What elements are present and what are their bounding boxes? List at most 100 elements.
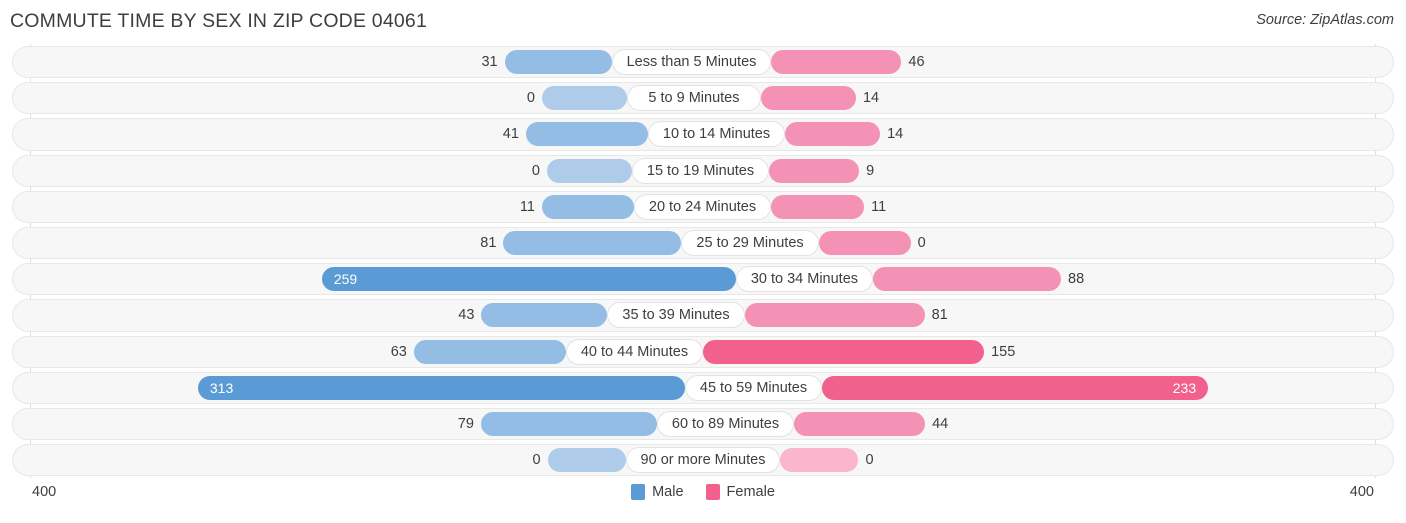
male-bar[interactable] [413,339,566,364]
female-bar[interactable] [794,411,926,436]
female-value: 44 [932,415,949,432]
male-value: 259 [333,271,358,288]
female-side: 233 [822,375,1209,400]
category-label: 30 to 34 Minutes [735,266,874,293]
category-label: 25 to 29 Minutes [681,230,819,257]
male-value: 43 [458,307,475,324]
male-side: 43 [458,303,608,328]
chart-plot-area: 31 Less than 5 Minutes 46 0 5 to 9 Minutes 14… [12,44,1394,478]
female-value: 88 [1068,271,1085,288]
female-bar[interactable] [769,158,860,183]
bar-row-bars: 63 40 to 44 Minutes 155 [12,334,1394,370]
female-side: 14 [760,86,879,111]
bar-row-bars: 313 45 to 59 Minutes 233 [12,370,1394,406]
chart-legend: Male Female [12,484,1394,500]
bar-row-bars: 81 25 to 29 Minutes 0 [12,225,1394,261]
bar-row: 11 20 to 24 Minutes 11 [12,189,1394,225]
female-bar[interactable] [780,448,859,473]
male-side: 0 [531,158,632,183]
male-side: 313 [197,375,685,400]
category-label: 60 to 89 Minutes [656,410,795,437]
male-value: 63 [390,343,407,360]
female-bar[interactable] [771,194,865,219]
female-side: 46 [771,50,925,75]
category-label: 10 to 14 Minutes [647,121,786,148]
male-bar[interactable] [503,231,682,256]
bar-row: 41 10 to 14 Minutes 14 [12,116,1394,152]
female-side: 44 [794,411,949,436]
male-bar[interactable] [480,411,657,436]
male-value: 0 [526,90,535,107]
male-bar[interactable]: 313 [197,375,685,400]
male-bar[interactable] [525,122,648,147]
bar-row-list: 31 Less than 5 Minutes 46 0 5 to 9 Minutes 14… [12,44,1394,478]
bar-row-bars: 43 35 to 39 Minutes 81 [12,297,1394,333]
female-bar[interactable] [785,122,881,147]
female-side: 88 [873,267,1085,292]
male-bar[interactable] [541,194,634,219]
female-bar[interactable]: 233 [822,375,1209,400]
female-side: 155 [703,339,1015,364]
male-bar[interactable] [541,86,627,111]
female-side: 14 [785,122,903,147]
female-value: 233 [1172,379,1197,396]
male-side: 11 [519,194,634,219]
female-bar[interactable] [703,339,985,364]
legend-label-male: Male [652,484,684,500]
chart-page: COMMUTE TIME BY SEX IN ZIP CODE 04061 So… [0,0,1406,523]
female-value: 0 [917,235,926,252]
female-bar[interactable] [818,231,911,256]
male-bar[interactable] [546,158,632,183]
male-value: 313 [209,379,234,396]
bar-row: 0 5 to 9 Minutes 14 [12,80,1394,116]
bar-row-bars: 11 20 to 24 Minutes 11 [12,189,1394,225]
male-bar[interactable] [504,50,612,75]
bar-row: 31 Less than 5 Minutes 46 [12,44,1394,80]
male-value: 0 [531,162,540,179]
category-label: 35 to 39 Minutes [607,302,745,329]
category-label: 45 to 59 Minutes [684,374,823,401]
male-value: 81 [480,235,497,252]
female-bar[interactable] [744,303,925,328]
bar-row: 313 45 to 59 Minutes 233 [12,370,1394,406]
bar-row-bars: 0 15 to 19 Minutes 9 [12,153,1394,189]
male-bar[interactable] [547,448,626,473]
category-label: 20 to 24 Minutes [633,193,772,220]
male-side: 0 [526,86,627,111]
male-side: 79 [458,411,657,436]
category-label: 90 or more Minutes [625,447,781,474]
male-value: 11 [519,198,535,215]
bar-row: 81 25 to 29 Minutes 0 [12,225,1394,261]
female-value: 11 [871,198,887,215]
bar-row-bars: 31 Less than 5 Minutes 46 [12,44,1394,80]
female-side: 0 [818,231,926,256]
male-side: 0 [532,448,626,473]
legend-item-female[interactable]: Female [705,484,775,500]
bar-row: 259 30 to 34 Minutes 88 [12,261,1394,297]
male-value: 41 [502,126,519,143]
female-bar[interactable] [771,50,902,75]
source-attribution: Source: ZipAtlas.com [1256,12,1394,28]
female-bar[interactable] [873,267,1062,292]
bar-row-bars: 79 60 to 89 Minutes 44 [12,406,1394,442]
legend-item-male[interactable]: Male [631,484,684,500]
male-bar[interactable] [481,303,608,328]
female-side: 11 [771,194,887,219]
female-value: 46 [908,54,925,71]
page-title: COMMUTE TIME BY SEX IN ZIP CODE 04061 [10,10,428,32]
category-label: 15 to 19 Minutes [631,157,770,184]
legend-swatch-male-icon [631,484,646,500]
female-side: 0 [780,448,874,473]
male-side: 63 [390,339,566,364]
male-bar[interactable]: 259 [321,267,736,292]
female-side: 81 [744,303,948,328]
legend-label-female: Female [726,484,775,500]
category-label: Less than 5 Minutes [611,49,772,76]
female-value: 0 [865,452,874,469]
legend-swatch-female-icon [705,484,720,500]
female-bar[interactable] [760,86,856,111]
chart-footer: 400 400 Male Female [12,478,1394,518]
male-side: 259 [321,267,736,292]
bar-row: 43 35 to 39 Minutes 81 [12,297,1394,333]
category-label: 40 to 44 Minutes [565,338,704,365]
